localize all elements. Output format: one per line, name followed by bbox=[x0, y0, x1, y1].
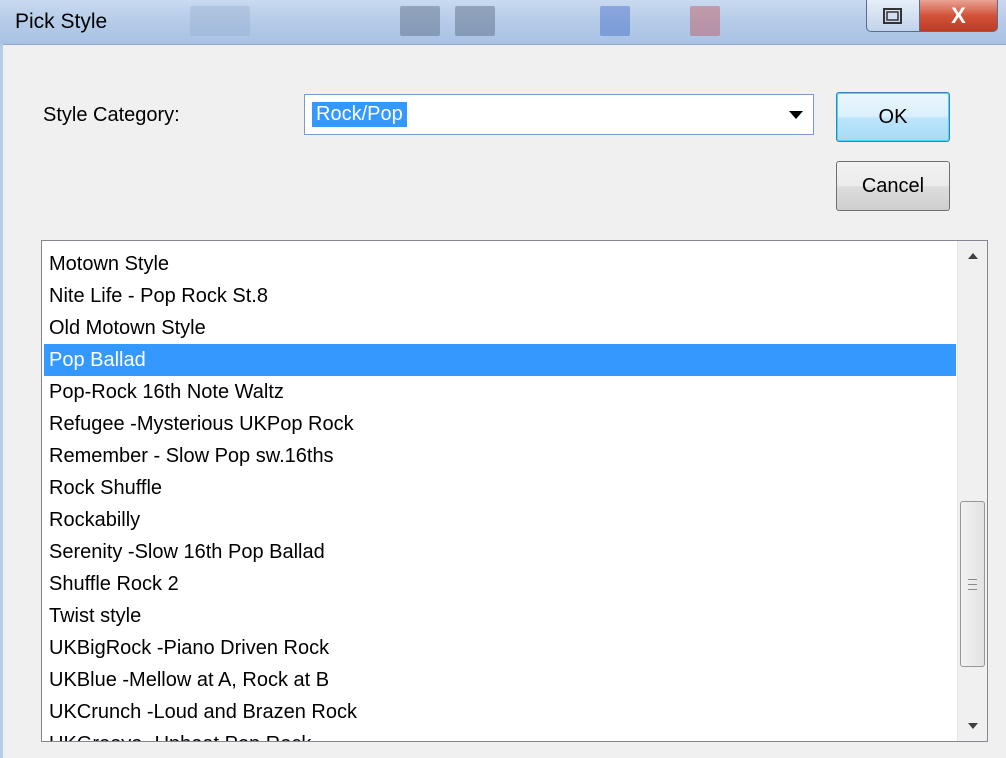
style-category-label: Style Category: bbox=[43, 104, 180, 126]
grip-icon bbox=[968, 578, 977, 590]
scroll-down-button[interactable] bbox=[958, 711, 987, 741]
list-item[interactable]: Serenity -Slow 16th Pop Ballad bbox=[44, 536, 956, 568]
list-item[interactable]: Twist style bbox=[44, 600, 956, 632]
cancel-button[interactable]: Cancel bbox=[836, 161, 950, 211]
restore-window-icon bbox=[883, 7, 902, 24]
close-button[interactable]: X bbox=[919, 0, 998, 32]
list-item[interactable]: UKCrunch -Loud and Brazen Rock bbox=[44, 696, 956, 728]
list-item[interactable]: Nite Life - Pop Rock St.8 bbox=[44, 280, 956, 312]
title-bar[interactable]: Pick Style X bbox=[0, 0, 1006, 45]
background-blur bbox=[600, 6, 630, 36]
list-item[interactable]: Motown Style bbox=[44, 248, 956, 280]
background-blur bbox=[190, 6, 250, 36]
style-list[interactable]: Motown Style Nite Life - Pop Rock St.8 Old… bbox=[41, 240, 988, 742]
list-item[interactable]: Rock Shuffle bbox=[44, 472, 956, 504]
arrow-up-icon bbox=[967, 253, 978, 259]
list-item[interactable]: Shuffle Rock 2 bbox=[44, 568, 956, 600]
list-item[interactable]: Pop-Rock 16th Note Waltz bbox=[44, 376, 956, 408]
background-blur bbox=[455, 6, 495, 36]
list-item[interactable]: Rockabilly bbox=[44, 504, 956, 536]
arrow-down-icon bbox=[967, 723, 978, 729]
dropdown-arrow-icon[interactable] bbox=[789, 111, 803, 119]
background-blur bbox=[400, 6, 440, 36]
list-item[interactable]: Refugee -Mysterious UKPop Rock bbox=[44, 408, 956, 440]
window-border bbox=[0, 44, 3, 758]
window-title: Pick Style bbox=[15, 10, 108, 33]
scroll-up-button[interactable] bbox=[958, 241, 987, 271]
ok-button[interactable]: OK bbox=[836, 92, 950, 142]
style-category-value: Rock/Pop bbox=[312, 102, 407, 127]
list-item[interactable]: UKGroove -Upbeat Pop Rock bbox=[44, 728, 956, 741]
style-list-items: Motown Style Nite Life - Pop Rock St.8 Old… bbox=[44, 248, 956, 741]
list-item[interactable]: Remember - Slow Pop sw.16ths bbox=[44, 440, 956, 472]
close-icon: X bbox=[951, 2, 966, 28]
list-item[interactable]: UKBigRock -Piano Driven Rock bbox=[44, 632, 956, 664]
list-item[interactable]: Pop Ballad bbox=[44, 344, 956, 376]
restore-button[interactable] bbox=[866, 0, 920, 32]
pick-style-dialog: Pick Style X Style Category: Rock/Pop OK… bbox=[0, 0, 1006, 758]
style-category-dropdown[interactable]: Rock/Pop bbox=[304, 94, 814, 135]
vertical-scrollbar[interactable] bbox=[957, 241, 987, 741]
scroll-thumb[interactable] bbox=[960, 501, 985, 667]
list-item[interactable]: Old Motown Style bbox=[44, 312, 956, 344]
list-item[interactable]: UKBlue -Mellow at A, Rock at B bbox=[44, 664, 956, 696]
background-blur bbox=[690, 6, 720, 36]
